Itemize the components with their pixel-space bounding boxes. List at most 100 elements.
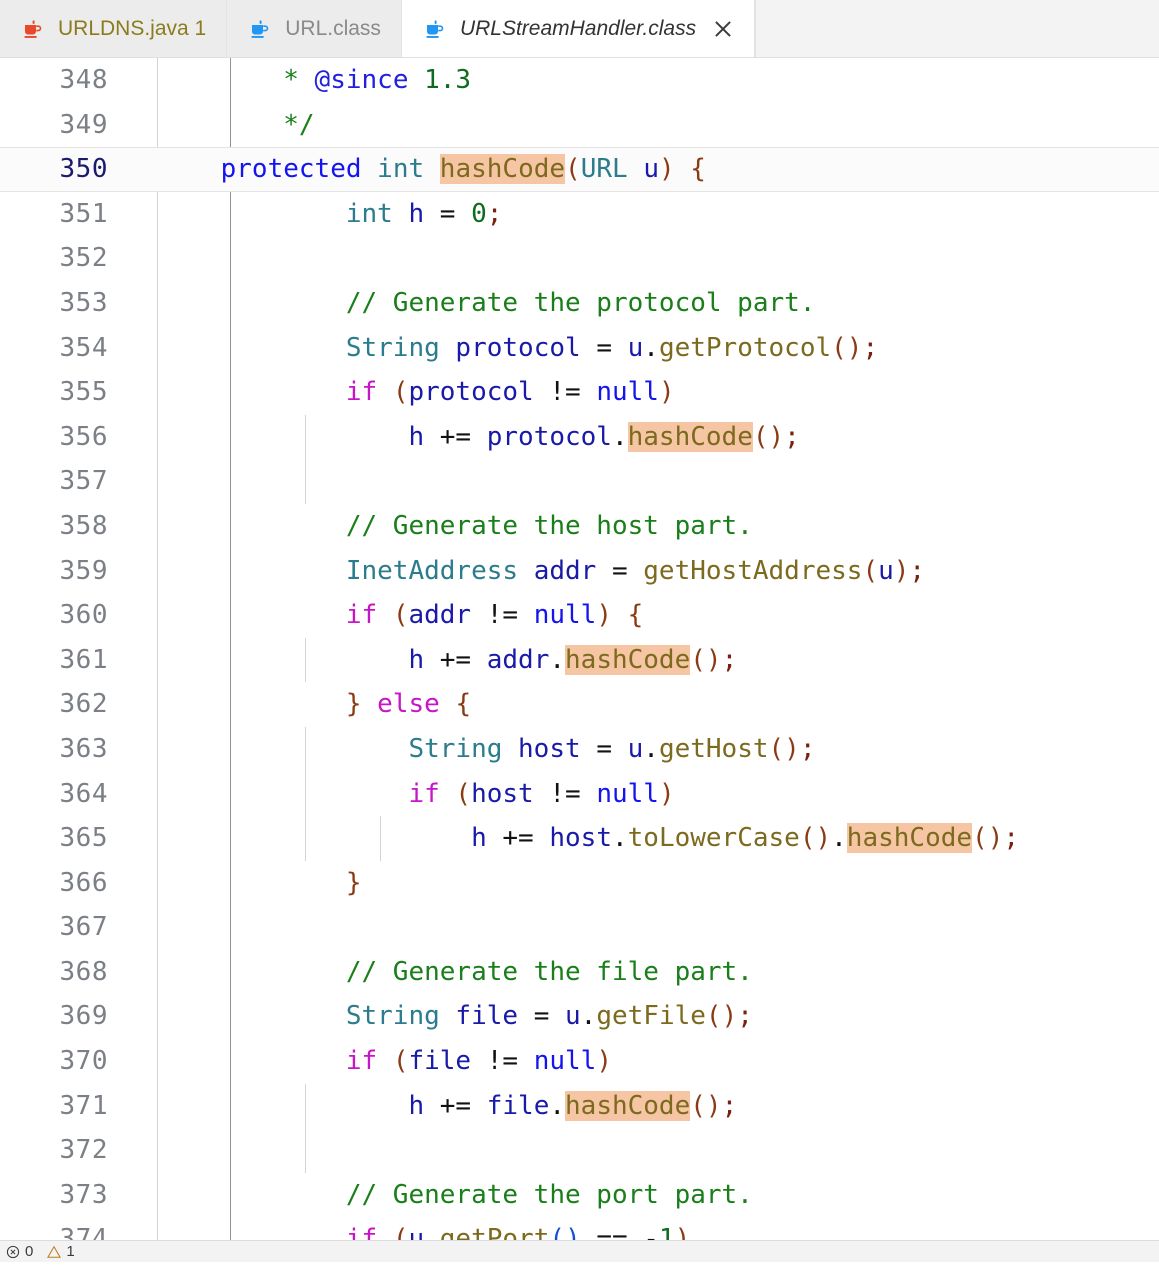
code-tokens: } else { — [345, 689, 472, 720]
indent-guide — [157, 459, 158, 504]
line-number[interactable]: 357 — [0, 459, 108, 504]
indent-guide — [230, 236, 231, 281]
line-content: if (protocol != null) — [155, 370, 675, 415]
line-content: h += host.toLowerCase().hashCode(); — [155, 816, 1019, 861]
code-tokens: InetAddress addr = getHostAddress(u); — [345, 555, 926, 586]
warning-count-item[interactable]: 1 — [47, 1243, 75, 1260]
code-tokens: String host = u.getHost(); — [408, 733, 816, 764]
java-class-icon — [424, 18, 446, 40]
indent-guide — [230, 1128, 231, 1173]
code-tokens: if (file != null) — [345, 1046, 612, 1077]
line-number[interactable]: 370 — [0, 1039, 108, 1084]
line-number[interactable]: 360 — [0, 593, 108, 638]
line-number[interactable]: 359 — [0, 549, 108, 594]
code-tokens: * @since 1.3 — [158, 65, 472, 95]
close-icon[interactable] — [712, 18, 734, 40]
code-line[interactable]: 349 */ — [0, 102, 1159, 148]
code-line[interactable]: 354 String protocol = u.getProtocol(); — [0, 325, 1159, 371]
line-number[interactable]: 350 — [0, 147, 108, 192]
line-content: // Generate the host part. — [155, 503, 753, 549]
code-line[interactable]: 356 h += protocol.hashCode(); — [0, 414, 1159, 460]
code-tokens: if (addr != null) { — [345, 600, 644, 631]
line-number[interactable]: 364 — [0, 772, 108, 817]
code-line[interactable]: 372 — [0, 1128, 1159, 1173]
code-line[interactable]: 360 if (addr != null) { — [0, 593, 1159, 638]
code-line[interactable]: 351 int h = 0; — [0, 191, 1159, 237]
line-content: String host = u.getHost(); — [155, 726, 816, 772]
line-content: if (file != null) — [155, 1039, 612, 1084]
tab-urldns-java[interactable]: URLDNS.java 1 — [0, 0, 228, 57]
indent-guide — [305, 1128, 306, 1173]
code-line[interactable]: 369 String file = u.getFile(); — [0, 994, 1159, 1040]
code-line[interactable]: 357 — [0, 459, 1159, 504]
code-line[interactable]: 352 — [0, 236, 1159, 281]
warning-triangle-icon — [47, 1245, 62, 1258]
line-number[interactable]: 351 — [0, 192, 108, 237]
line-number[interactable]: 354 — [0, 326, 108, 371]
code-line[interactable]: 371 h += file.hashCode(); — [0, 1083, 1159, 1129]
error-count-item[interactable]: 0 — [6, 1243, 33, 1260]
indent-guide — [157, 1128, 158, 1173]
code-tokens: int h = 0; — [345, 198, 503, 229]
code-line[interactable]: 373 // Generate the port part. — [0, 1172, 1159, 1218]
code-tokens: if (protocol != null) — [345, 377, 675, 408]
java-file-icon — [22, 18, 44, 40]
line-number[interactable]: 373 — [0, 1173, 108, 1218]
line-number[interactable]: 362 — [0, 682, 108, 727]
line-content: h += protocol.hashCode(); — [155, 414, 800, 460]
tab-url-class[interactable]: URL.class — [227, 0, 402, 57]
warning-count-label: 1 — [66, 1243, 75, 1260]
code-line[interactable]: 359 InetAddress addr = getHostAddress(u)… — [0, 548, 1159, 594]
code-tokens: // Generate the host part. — [345, 510, 753, 541]
code-tokens: if (host != null) — [408, 778, 675, 809]
code-line[interactable]: 353 // Generate the protocol part. — [0, 280, 1159, 326]
line-number[interactable]: 352 — [0, 236, 108, 281]
code-line[interactable]: 370 if (file != null) — [0, 1039, 1159, 1084]
line-number[interactable]: 367 — [0, 905, 108, 950]
line-number[interactable]: 363 — [0, 727, 108, 772]
code-line[interactable]: 368 // Generate the file part. — [0, 949, 1159, 995]
code-line[interactable]: 364 if (host != null) — [0, 771, 1159, 817]
indent-guide — [305, 459, 306, 504]
line-number[interactable]: 371 — [0, 1084, 108, 1129]
indent-guide — [230, 459, 231, 504]
code-line[interactable]: 363 String host = u.getHost(); — [0, 726, 1159, 772]
tab-urlstreamhandler-class[interactable]: URLStreamHandler.class — [401, 0, 756, 57]
line-content: if (host != null) — [155, 771, 675, 817]
code-tokens: String file = u.getFile(); — [345, 1001, 753, 1032]
line-number[interactable]: 369 — [0, 994, 108, 1039]
line-number[interactable]: 356 — [0, 415, 108, 460]
code-line[interactable]: 366 } — [0, 860, 1159, 906]
line-number[interactable]: 355 — [0, 370, 108, 415]
line-content: * @since 1.3 — [155, 58, 471, 103]
code-line[interactable]: 355 if (protocol != null) — [0, 370, 1159, 415]
line-number[interactable]: 353 — [0, 281, 108, 326]
line-number[interactable]: 366 — [0, 861, 108, 906]
code-tokens: h += file.hashCode(); — [408, 1090, 738, 1121]
line-number[interactable]: 358 — [0, 504, 108, 549]
line-number[interactable]: 372 — [0, 1128, 108, 1173]
line-number[interactable]: 349 — [0, 103, 108, 148]
line-number[interactable]: 348 — [0, 58, 108, 103]
code-editor-viewport[interactable]: 348 * @since 1.3 349 */350 protected int … — [0, 58, 1159, 1262]
line-number[interactable]: 361 — [0, 638, 108, 683]
code-line[interactable]: 350 protected int hashCode(URL u) { — [0, 147, 1159, 192]
indent-guide — [230, 905, 231, 950]
code-tokens: h += addr.hashCode(); — [408, 644, 738, 675]
line-number[interactable]: 368 — [0, 950, 108, 995]
code-line[interactable]: 365 h += host.toLowerCase().hashCode(); — [0, 816, 1159, 861]
line-content: // Generate the protocol part. — [155, 280, 816, 326]
code-line[interactable]: 362 } else { — [0, 682, 1159, 727]
tab-label: URLDNS.java 1 — [58, 16, 207, 40]
code-tokens: h += host.toLowerCase().hashCode(); — [471, 823, 1019, 854]
code-tokens: // Generate the protocol part. — [345, 287, 816, 318]
code-line[interactable]: 358 // Generate the host part. — [0, 503, 1159, 549]
tab-label: URLStreamHandler.class — [459, 16, 697, 40]
status-bar: 0 1 — [0, 1240, 1159, 1262]
code-line[interactable]: 367 — [0, 905, 1159, 950]
line-number[interactable]: 365 — [0, 816, 108, 861]
code-line[interactable]: 361 h += addr.hashCode(); — [0, 637, 1159, 683]
code-tokens: } — [345, 867, 362, 898]
line-content: protected int hashCode(URL u) { — [155, 147, 706, 192]
code-line[interactable]: 348 * @since 1.3 — [0, 58, 1159, 103]
